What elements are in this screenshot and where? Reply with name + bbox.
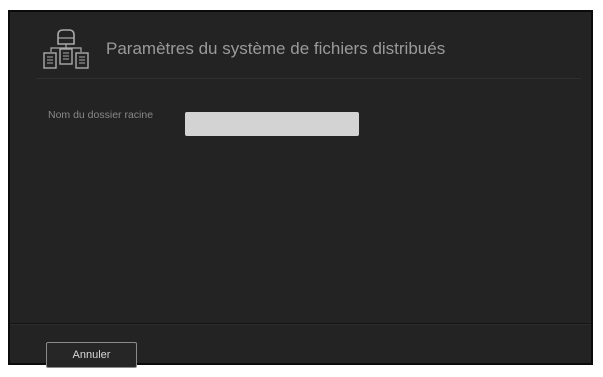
dialog-header: Paramètres du système de fichiers distri… bbox=[10, 12, 591, 82]
header-divider bbox=[36, 78, 581, 79]
root-folder-label: Nom du dossier racine bbox=[48, 109, 154, 121]
dfs-settings-dialog: Paramètres du système de fichiers distri… bbox=[8, 10, 593, 368]
footer-divider bbox=[10, 323, 591, 324]
dialog-title: Paramètres du système de fichiers distri… bbox=[106, 39, 446, 58]
cancel-button[interactable]: Annuler bbox=[46, 342, 137, 368]
distributed-filesystem-icon bbox=[43, 29, 89, 69]
root-folder-input[interactable] bbox=[185, 112, 359, 136]
